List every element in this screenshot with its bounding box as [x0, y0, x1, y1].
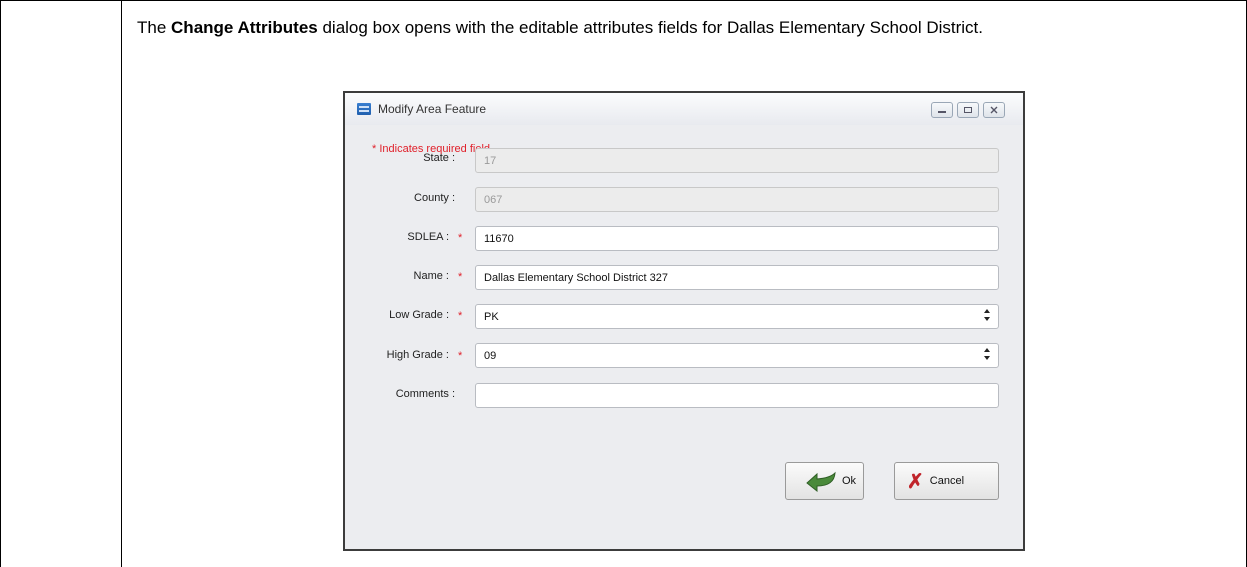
doc-text-start: The — [137, 18, 172, 37]
name-input[interactable]: Dallas Elementary School District 327 — [475, 265, 999, 290]
high-grade-select[interactable]: 09 — [475, 343, 999, 368]
minimize-icon — [938, 111, 946, 113]
comments-input[interactable] — [475, 383, 999, 408]
updown-arrow-icon — [983, 347, 991, 364]
cancel-label: Cancel — [929, 475, 965, 487]
ok-label: Ok — [842, 475, 857, 487]
app-icon — [357, 103, 371, 115]
name-required-mark: * — [458, 271, 463, 283]
state-field: 17 — [475, 148, 999, 173]
table-border-left — [0, 0, 1, 567]
county-field: 067 — [475, 187, 999, 212]
window-controls — [931, 102, 1005, 118]
comments-label: Comments : — [395, 388, 455, 400]
name-label: Name : — [413, 270, 449, 282]
low-grade-value: PK — [484, 311, 499, 323]
low-grade-select[interactable]: PK — [475, 304, 999, 329]
low-grade-required-mark: * — [458, 310, 463, 322]
high-grade-label: High Grade : — [386, 349, 449, 361]
ok-arrow-icon — [806, 471, 836, 492]
close-icon — [990, 106, 998, 114]
table-column-divider — [121, 0, 122, 567]
minimize-button[interactable] — [931, 102, 953, 118]
table-border-top — [0, 0, 1247, 1]
sdlea-input[interactable]: 11670 — [475, 226, 999, 251]
document-paragraph: The Change Attributes dialog box opens w… — [137, 16, 1217, 40]
dialog-titlebar[interactable]: Modify Area Feature — [345, 93, 1023, 125]
state-label: State : — [423, 152, 455, 164]
low-grade-label: Low Grade : — [389, 309, 449, 321]
restore-button[interactable] — [957, 102, 979, 118]
doc-text-end: dialog box opens with the editable attri… — [317, 18, 983, 37]
cancel-button[interactable]: ✗ Cancel — [894, 462, 999, 500]
modify-area-feature-dialog: Modify Area Feature * Indicates required… — [343, 91, 1025, 551]
sdlea-required-mark: * — [458, 232, 463, 244]
cancel-x-icon: ✗ — [907, 470, 924, 493]
doc-text-bold: Change Attributes — [171, 18, 318, 37]
close-button[interactable] — [983, 102, 1005, 118]
county-label: County : — [414, 192, 455, 204]
updown-arrow-icon — [983, 308, 991, 325]
high-grade-required-mark: * — [458, 350, 463, 362]
ok-button[interactable]: Ok — [785, 462, 864, 500]
sdlea-label: SDLEA : — [407, 231, 449, 243]
restore-icon — [964, 107, 972, 113]
dialog-title: Modify Area Feature — [378, 102, 487, 116]
high-grade-value: 09 — [484, 350, 497, 362]
